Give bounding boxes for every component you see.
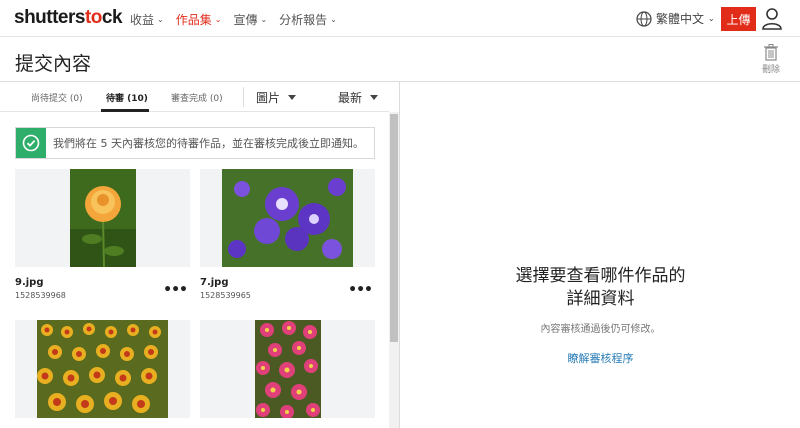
page-title: 提交內容 xyxy=(15,53,92,75)
scrollbar-thumb[interactable] xyxy=(390,114,398,342)
page-header: 提交內容 刪除 xyxy=(0,37,800,82)
image-card[interactable] xyxy=(200,320,375,418)
caret-down-icon xyxy=(370,95,379,100)
upload-button[interactable]: 上傳 xyxy=(721,7,756,31)
detail-empty-title: 選擇要查看哪件作品的 詳細資料 xyxy=(515,266,686,309)
user-icon[interactable] xyxy=(762,8,782,30)
detail-empty-subtitle: 內容審核通過後仍可修改。 xyxy=(540,324,661,335)
media-type-dropdown[interactable]: 圖片 xyxy=(256,89,297,106)
language-label: 繁體中文 xyxy=(656,12,705,26)
image-card[interactable]: 7.jpg 1528539965 ••• xyxy=(200,169,375,300)
image-card[interactable]: 9.jpg 1528539968 ••• xyxy=(15,169,190,300)
chevron-down-icon: ⌄ xyxy=(157,15,164,24)
main-nav: 收益 ⌄ 作品集 ⌄ 宣傳 ⌄ 分析報告 ⌄ xyxy=(130,11,337,28)
delete-button[interactable]: 刪除 xyxy=(760,44,782,75)
chevron-down-icon: ⌄ xyxy=(330,15,337,24)
top-bar: shutterstock 收益 ⌄ 作品集 ⌄ 宣傳 ⌄ 分析報告 ⌄ 繁體中文 ⌄ 上… xyxy=(0,0,800,37)
language-selector[interactable]: 繁體中文 ⌄ xyxy=(636,10,715,27)
nav-earnings[interactable]: 收益 ⌄ xyxy=(130,11,164,28)
active-tab-indicator xyxy=(101,109,149,112)
tab-reviewed[interactable]: 審查完成 (0) xyxy=(171,91,223,104)
learn-review-process-link[interactable]: 瞭解審核程序 xyxy=(401,350,800,366)
tab-pending[interactable]: 待審 (10) xyxy=(106,91,148,104)
check-circle-icon xyxy=(16,128,46,158)
rose-image xyxy=(70,169,136,267)
detail-pane: 選擇要查看哪件作品的 詳細資料 內容審核通過後仍可修改。 瞭解審核程序 xyxy=(401,82,800,428)
chevron-down-icon: ⌄ xyxy=(260,15,268,24)
bellflower-image xyxy=(222,169,353,267)
pink-daisies-image xyxy=(255,320,321,418)
notice-text: 我們將在 5 天內審核您的待審作品，並在審核完成後立即通知。 xyxy=(53,137,364,150)
image-card[interactable] xyxy=(15,320,190,418)
trash-icon xyxy=(764,44,778,61)
globe-icon xyxy=(636,10,652,27)
scrollbar[interactable] xyxy=(389,112,399,428)
submissions-pane: 尚待提交 (0) 待審 (10) 審查完成 (0) 圖片 最新 我們將在 5 天… xyxy=(0,82,400,428)
image-thumbnail[interactable] xyxy=(15,320,190,418)
tab-not-submitted[interactable]: 尚待提交 (0) xyxy=(31,91,83,104)
delete-label: 刪除 xyxy=(761,65,780,75)
review-notice: 我們將在 5 天內審核您的待審作品，並在審核完成後立即通知。 xyxy=(15,127,375,159)
status-tabs: 尚待提交 (0) 待審 (10) 審查完成 (0) 圖片 最新 xyxy=(0,82,389,112)
more-options-icon[interactable]: ••• xyxy=(163,282,188,298)
chevron-down-icon: ⌄ xyxy=(708,14,715,23)
image-thumbnail[interactable] xyxy=(15,169,190,267)
shutterstock-logo[interactable]: shutterstock xyxy=(14,7,123,29)
sort-dropdown[interactable]: 最新 xyxy=(338,89,379,106)
image-thumbnail[interactable] xyxy=(200,320,375,418)
divider xyxy=(243,87,244,107)
nav-insights[interactable]: 分析報告 ⌄ xyxy=(279,11,337,28)
more-options-icon[interactable]: ••• xyxy=(348,282,373,298)
marigold-field-image xyxy=(37,320,168,418)
nav-portfolio[interactable]: 作品集 ⌄ xyxy=(176,11,222,28)
image-thumbnail[interactable] xyxy=(200,169,375,267)
nav-promote[interactable]: 宣傳 ⌄ xyxy=(233,11,267,28)
caret-down-icon xyxy=(288,95,297,100)
chevron-down-icon: ⌄ xyxy=(214,15,222,24)
